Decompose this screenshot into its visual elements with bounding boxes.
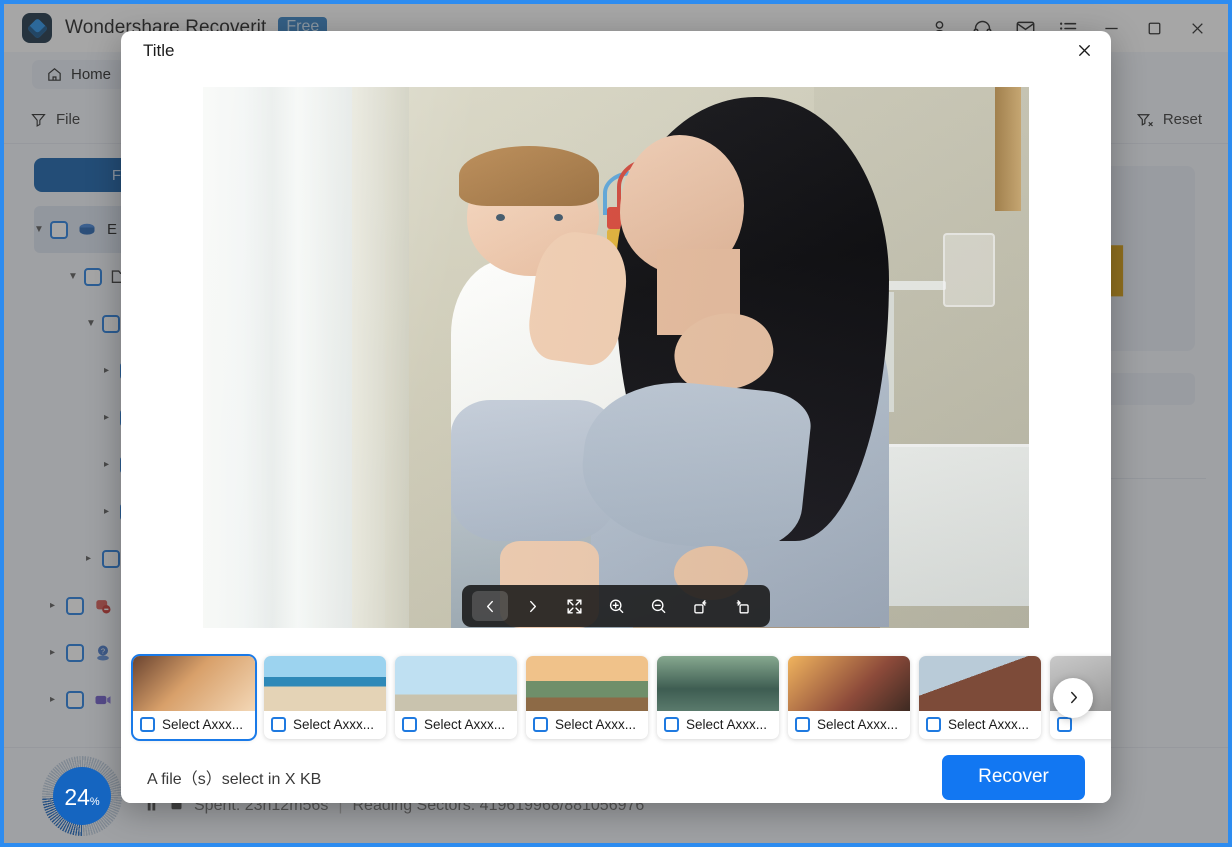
thumbnail-item[interactable]: Select Axxx... <box>395 656 517 739</box>
viewer-toolbar <box>462 585 770 627</box>
next-image-button[interactable] <box>514 591 550 621</box>
prev-image-button[interactable] <box>472 591 508 621</box>
fullscreen-button[interactable] <box>556 591 592 621</box>
thumbnail-image <box>788 656 910 711</box>
zoom-in-button[interactable] <box>598 591 634 621</box>
thumbnail-checkbox[interactable] <box>795 717 810 732</box>
thumbnail-label: Select Axxx... <box>948 717 1030 732</box>
modal-title: Title <box>143 40 175 60</box>
thumbnail-image <box>919 656 1041 711</box>
thumbnail-item[interactable]: Select Axxx... <box>919 656 1041 739</box>
thumbnail-image <box>526 656 648 711</box>
thumbnail-checkbox[interactable] <box>664 717 679 732</box>
thumbnail-label: Select Axxx... <box>817 717 899 732</box>
thumbnail-label: Select Axxx... <box>162 717 244 732</box>
zoom-out-button[interactable] <box>640 591 676 621</box>
thumbnail-checkbox[interactable] <box>271 717 286 732</box>
screen: Wondershare Recoverit Free Home File Res… <box>0 0 1232 847</box>
thumbnail-label: Select Axxx... <box>424 717 506 732</box>
thumbnail-next-button[interactable] <box>1053 677 1093 718</box>
thumbnail-strip[interactable]: Select Axxx... Select Axxx... Select Axx… <box>121 644 1111 751</box>
thumbnail-image <box>264 656 386 711</box>
thumbnail-item[interactable]: Select Axxx... <box>133 656 255 739</box>
thumbnail-checkbox[interactable] <box>533 717 548 732</box>
thumbnail-item[interactable]: Select Axxx... <box>264 656 386 739</box>
thumbnail-image <box>657 656 779 711</box>
selection-summary: A file（s）select in X KB <box>147 771 322 788</box>
image-viewer <box>121 70 1111 644</box>
thumbnail-checkbox[interactable] <box>140 717 155 732</box>
progress-value: 24 <box>64 783 90 810</box>
progress-value-wrap: 24% <box>53 766 111 825</box>
thumbnail-label: Select Axxx... <box>293 717 375 732</box>
thumbnail-checkbox[interactable] <box>926 717 941 732</box>
modal-header: Title <box>121 31 1111 70</box>
thumbnail-label: Select Axxx... <box>555 717 637 732</box>
modal-footer: A file（s）select in X KB Recover <box>121 751 1111 803</box>
thumbnail-checkbox[interactable] <box>402 717 417 732</box>
thumbnail-checkbox[interactable] <box>1057 717 1072 732</box>
thumbnail-label: Select Axxx... <box>686 717 768 732</box>
thumbnail-item[interactable]: Select Axxx... <box>788 656 910 739</box>
preview-image <box>203 86 1029 628</box>
image-preview-modal: Title Select Axxx... Select Axxx... Sele… <box>121 31 1111 803</box>
thumbnail-image <box>133 656 255 711</box>
rotate-right-button[interactable] <box>724 591 760 621</box>
recover-button[interactable]: Recover <box>942 754 1085 800</box>
close-icon[interactable] <box>1071 38 1097 64</box>
thumbnail-item[interactable]: Select Axxx... <box>657 656 779 739</box>
thumbnail-image <box>395 656 517 711</box>
progress-unit: % <box>89 795 100 808</box>
rotate-left-button[interactable] <box>682 591 718 621</box>
thumbnail-item[interactable]: Select Axxx... <box>526 656 648 739</box>
